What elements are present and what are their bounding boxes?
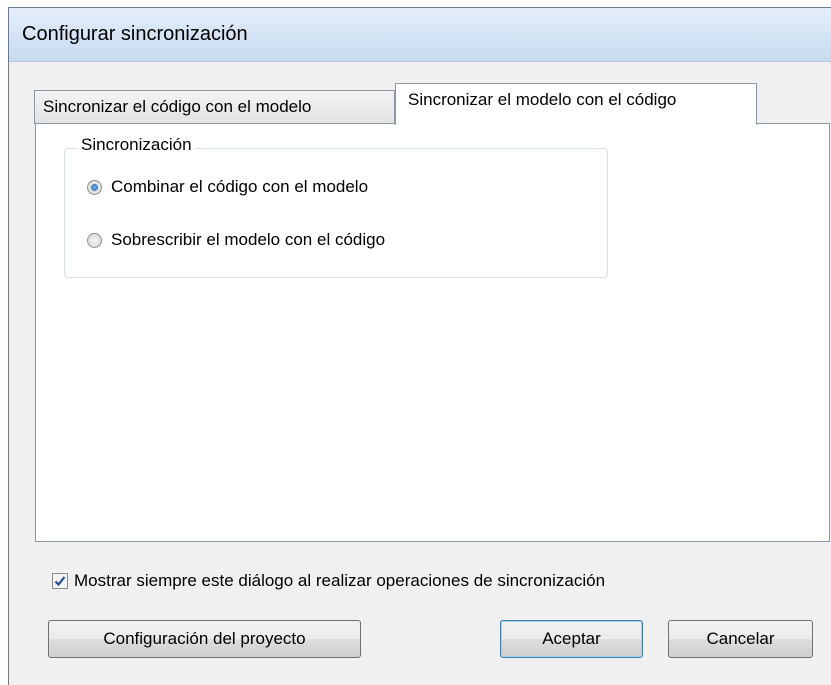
- ok-button[interactable]: Aceptar: [500, 620, 643, 658]
- radio-overwrite-model-with-code[interactable]: Sobrescribir el modelo con el código: [87, 230, 385, 250]
- tab-label: Sincronizar el código con el modelo: [43, 97, 312, 116]
- project-settings-button[interactable]: Configuración del proyecto: [48, 620, 361, 658]
- dialog-window: Configurar sincronización Sincronizar el…: [8, 7, 831, 685]
- groupbox-legend: Sincronización: [77, 135, 196, 155]
- radio-label: Combinar el código con el modelo: [111, 177, 369, 196]
- cancel-button[interactable]: Cancelar: [668, 620, 813, 658]
- tab-panel: Sincronización Combinar el código con el…: [35, 123, 830, 542]
- title-bar[interactable]: Configurar sincronización: [9, 8, 831, 62]
- always-show-label: Mostrar siempre este diálogo al realizar…: [74, 571, 606, 590]
- radio-unselected-icon[interactable]: [87, 232, 102, 248]
- dialog-title: Configurar sincronización: [22, 23, 248, 45]
- sync-groupbox: Sincronización Combinar el código con el…: [64, 135, 608, 278]
- tab-label: Sincronizar el modelo con el código: [408, 90, 677, 109]
- checkbox-checked-icon[interactable]: [52, 573, 68, 589]
- radio-label: Sobrescribir el modelo con el código: [111, 230, 386, 249]
- radio-merge-code-into-model[interactable]: Combinar el código con el modelo: [87, 177, 368, 197]
- always-show-checkbox-row[interactable]: Mostrar siempre este diálogo al realizar…: [52, 571, 605, 591]
- tab-sync-model-with-code[interactable]: Sincronizar el modelo con el código: [395, 83, 757, 125]
- tab-sync-code-with-model[interactable]: Sincronizar el código con el modelo: [34, 90, 395, 124]
- radio-selected-icon[interactable]: [87, 179, 102, 195]
